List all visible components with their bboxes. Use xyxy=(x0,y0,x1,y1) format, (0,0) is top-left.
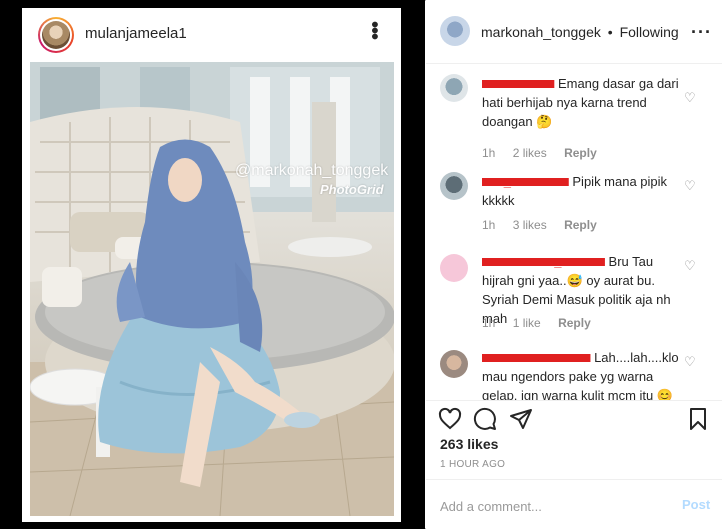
reply-button[interactable]: Reply xyxy=(558,316,591,330)
comments-panel: markonah_tonggek • Following ··· xxxxxxx… xyxy=(426,0,722,529)
following-button[interactable]: Following xyxy=(620,24,679,40)
panel-header: markonah_tonggek • Following ··· xyxy=(426,0,722,64)
commenter-avatar[interactable] xyxy=(440,74,468,102)
commenter-username[interactable]: xxx_xxxxxxxx xyxy=(482,174,569,189)
comment-like-heart-icon[interactable]: ♡ xyxy=(684,90,696,106)
comment-age: 1h xyxy=(482,316,496,330)
comment-like-heart-icon[interactable]: ♡ xyxy=(684,258,696,274)
commenter-username[interactable]: xxxxxxxxxx_xxxxxx xyxy=(482,254,605,269)
watermark-app: PhotoGrid xyxy=(320,182,384,197)
post-actions-bar xyxy=(426,400,722,441)
post-options-icon[interactable]: ••• xyxy=(363,21,385,39)
post-photo[interactable]: @markonah_tonggek PhotoGrid xyxy=(30,62,394,516)
panel-username[interactable]: markonah_tonggek xyxy=(481,24,601,40)
add-comment-bar: Post xyxy=(426,479,722,530)
post-timestamp: 1 HOUR AGO xyxy=(440,459,506,470)
panel-user-line: markonah_tonggek • Following xyxy=(481,24,679,40)
commenter-avatar[interactable] xyxy=(440,254,468,282)
author-username[interactable]: mulanjameela1 xyxy=(85,25,187,42)
heart-icon[interactable] xyxy=(438,407,462,431)
reply-button[interactable]: Reply xyxy=(564,146,597,160)
post-photo-illustration xyxy=(30,62,394,516)
commenter-avatar[interactable] xyxy=(440,350,468,378)
post-comment-button[interactable]: Post xyxy=(682,497,710,512)
reply-button[interactable]: Reply xyxy=(564,218,597,232)
commenter-username[interactable]: xxxxxxxxxxxxxxx xyxy=(482,350,590,365)
likes-count[interactable]: 263 likes xyxy=(440,436,498,452)
comment-likes[interactable]: 2 likes xyxy=(513,146,547,160)
share-icon[interactable] xyxy=(509,407,533,431)
post-card: mulanjameela1 ••• @markonah_tonggek Phot… xyxy=(22,8,401,522)
separator-dot: • xyxy=(607,24,613,40)
comment-likes[interactable]: 3 likes xyxy=(513,218,547,232)
add-comment-input[interactable] xyxy=(438,494,662,518)
bookmark-icon[interactable] xyxy=(686,407,710,431)
more-icon[interactable]: ··· xyxy=(691,22,712,43)
comment-age: 1h xyxy=(482,218,496,232)
comment-icon[interactable] xyxy=(473,407,497,431)
comment-age: 1h xyxy=(482,146,496,160)
commenter-username[interactable]: xxxxxxxxxx xyxy=(482,76,554,91)
commenter-avatar[interactable] xyxy=(440,172,468,200)
post-media-panel: mulanjameela1 ••• @markonah_tonggek Phot… xyxy=(0,0,425,529)
post-header: mulanjameela1 ••• xyxy=(22,8,401,60)
comment-like-heart-icon[interactable]: ♡ xyxy=(684,178,696,194)
panel-avatar[interactable] xyxy=(440,16,470,46)
author-avatar[interactable] xyxy=(38,17,74,53)
comments-list: xxxxxxxxxx Emang dasar ga dari hati berh… xyxy=(426,64,722,400)
watermark-handle: @markonah_tonggek xyxy=(235,162,389,179)
comment-likes[interactable]: 1 like xyxy=(513,316,541,330)
comment-like-heart-icon[interactable]: ♡ xyxy=(684,354,696,370)
